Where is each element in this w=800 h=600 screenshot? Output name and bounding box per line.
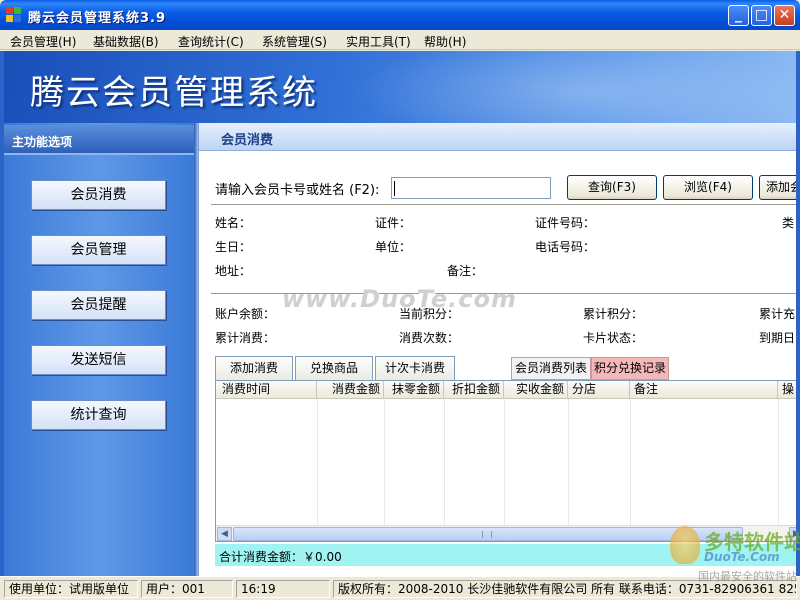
title-bar[interactable]: 腾云会员管理系统3.9 _ □ ✕	[0, 0, 800, 30]
sidebar-item-member-reminder[interactable]: 会员提醒	[31, 290, 166, 320]
app-icon	[6, 7, 22, 23]
banner: 腾云会员管理系统	[4, 51, 800, 123]
mascot-icon	[670, 526, 700, 564]
column-header-branch[interactable]: 分店	[568, 381, 630, 399]
column-divider	[568, 399, 569, 525]
field-expire-date: 到期日	[759, 331, 796, 345]
column-header-discount[interactable]: 折扣金额	[444, 381, 504, 399]
menu-help[interactable]: 帮助(H)	[424, 33, 466, 50]
watermark-en: DuoTe.Com	[704, 550, 780, 564]
column-header-rounding[interactable]: 抹零金额	[384, 381, 444, 399]
close-icon: ✕	[778, 7, 791, 23]
column-header-remark[interactable]: 备注	[630, 381, 778, 399]
field-category: 类	[782, 216, 795, 230]
field-address: 地址：	[215, 264, 252, 278]
maximize-icon: □	[754, 7, 769, 23]
status-unit: 使用单位：试用版单位	[4, 580, 138, 598]
column-header-received[interactable]: 实收金额	[504, 381, 568, 399]
query-button[interactable]: 查询(F3)	[567, 175, 657, 200]
add-consume-button[interactable]: 添加消费	[215, 356, 293, 381]
consume-table: 消费时间 消费金额 抹零金额 折扣金额 实收金额 分店 备注 操 ◀ ▶	[215, 380, 800, 542]
menu-basic-data[interactable]: 基础数据(B)	[93, 33, 159, 50]
minimize-button[interactable]: _	[728, 5, 749, 26]
sidebar-header-label: 主功能选项	[12, 135, 73, 149]
banner-title: 腾云会员管理系统	[30, 73, 318, 113]
minimize-icon: _	[735, 7, 742, 23]
field-card-status: 卡片状态：	[583, 331, 644, 345]
sidebar: 主功能选项 会员消费 会员管理 会员提醒 发送短信 统计查询	[4, 123, 198, 576]
search-input[interactable]	[391, 177, 551, 199]
watermark-text: www.DuoTe.com	[282, 285, 517, 313]
search-label: 请输入会员卡号或姓名 (F2):	[215, 183, 380, 198]
total-amount: 合计消费金额：￥0.00	[219, 548, 342, 565]
sidebar-item-statistics[interactable]: 统计查询	[31, 400, 166, 430]
column-header-time[interactable]: 消费时间	[216, 381, 317, 399]
panel-title: 会员消费	[221, 133, 274, 148]
menu-system-management[interactable]: 系统管理(S)	[262, 33, 327, 50]
tab-consume-list[interactable]: 会员消费列表	[511, 357, 591, 380]
status-user: 用户：001	[141, 580, 233, 598]
sidebar-item-member-management[interactable]: 会员管理	[31, 235, 166, 265]
field-remark: 备注：	[447, 264, 484, 278]
status-time: 16:19	[236, 580, 330, 598]
field-id-number: 证件号码：	[535, 216, 596, 230]
count-card-consume-button[interactable]: 计次卡消费	[375, 356, 455, 381]
field-total-spend: 累计消费：	[215, 331, 276, 345]
menu-member-management[interactable]: 会员管理(H)	[10, 33, 76, 50]
main-panel: 会员消费 请输入会员卡号或姓名 (F2): 查询(F3) 浏览(F4) 添加会 …	[198, 123, 800, 576]
scrollbar-thumb[interactable]	[233, 527, 743, 541]
table-header: 消费时间 消费金额 抹零金额 折扣金额 实收金额 分店 备注 操	[216, 381, 800, 399]
close-button[interactable]: ✕	[774, 5, 795, 26]
watermark-sub: 国内最安全的软件站	[698, 570, 797, 583]
total-value: ￥0.00	[303, 550, 342, 564]
menu-tools[interactable]: 实用工具(T)	[346, 33, 411, 50]
redeem-goods-button[interactable]: 兑换商品	[295, 356, 373, 381]
banner-glow	[334, 51, 800, 123]
add-member-button[interactable]: 添加会	[759, 175, 800, 200]
watermark-logo: 多特软件站 DuoTe.Com 国内最安全的软件站	[668, 522, 800, 592]
menu-query-stats[interactable]: 查询统计(C)	[178, 33, 244, 50]
column-header-amount[interactable]: 消费金额	[317, 381, 384, 399]
column-divider	[444, 399, 445, 525]
field-id-type: 证件：	[375, 216, 412, 230]
maximize-button[interactable]: □	[751, 5, 772, 26]
field-unit: 单位：	[375, 240, 412, 254]
right-frame	[796, 51, 800, 576]
field-spend-count: 消费次数：	[399, 331, 460, 345]
column-divider	[778, 399, 779, 525]
column-divider	[384, 399, 385, 525]
field-total-points: 累计积分：	[583, 307, 644, 321]
divider	[211, 204, 800, 205]
panel-header: 会员消费	[199, 123, 800, 151]
sidebar-item-member-consume[interactable]: 会员消费	[31, 180, 166, 210]
field-birthday: 生日：	[215, 240, 252, 254]
tab-points-redemption[interactable]: 积分兑换记录	[591, 357, 669, 380]
scrollbar-grip-icon	[482, 531, 492, 538]
browse-button[interactable]: 浏览(F4)	[663, 175, 753, 200]
sidebar-header: 主功能选项	[4, 125, 194, 155]
field-balance: 账户余额：	[215, 307, 276, 321]
text-caret	[394, 181, 395, 196]
total-label: 合计消费金额：	[219, 550, 304, 564]
window-title: 腾云会员管理系统3.9	[28, 11, 167, 26]
column-divider	[504, 399, 505, 525]
column-divider	[317, 399, 318, 525]
sidebar-item-send-sms[interactable]: 发送短信	[31, 345, 166, 375]
menu-bar: 会员管理(H) 基础数据(B) 查询统计(C) 系统管理(S) 实用工具(T) …	[0, 30, 800, 50]
column-divider	[630, 399, 631, 525]
scroll-left-icon[interactable]: ◀	[217, 527, 232, 541]
field-total-recharge: 累计充	[759, 307, 796, 321]
field-phone: 电话号码：	[535, 240, 596, 254]
field-name: 姓名：	[215, 216, 252, 230]
